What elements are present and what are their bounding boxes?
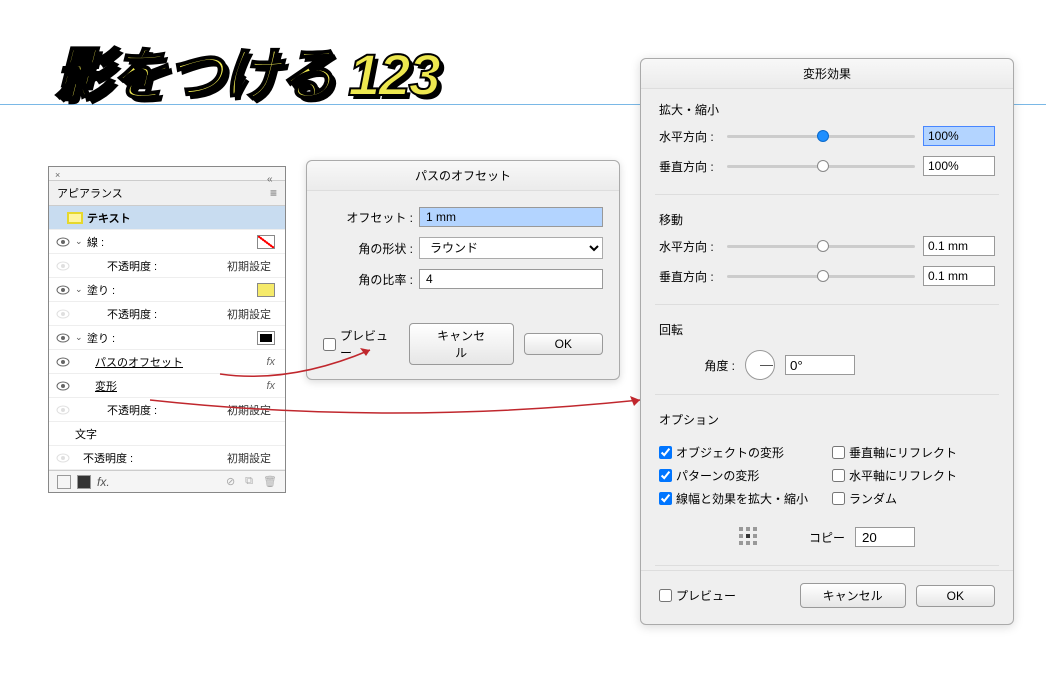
move-v-slider[interactable] <box>727 275 915 278</box>
clear-icon[interactable]: ⊘ <box>226 475 235 488</box>
offset-input[interactable] <box>419 207 603 227</box>
transform-effect-row[interactable]: 変形 fx <box>49 374 285 398</box>
visibility-icon[interactable] <box>55 330 71 346</box>
offset-path-dialog: パスのオフセット オフセット : 角の形状 : ラウンド 角の比率 : プレビュ… <box>306 160 620 380</box>
visibility-icon[interactable] <box>55 282 71 298</box>
stroke-row[interactable]: ⌄ 線 : <box>49 230 285 254</box>
rotate-section-label: 回転 <box>659 321 995 338</box>
opt-pattern-checkbox[interactable]: パターンの変形 <box>659 467 822 484</box>
ok-button[interactable]: OK <box>916 585 995 607</box>
preview-checkbox[interactable]: プレビュー <box>323 327 399 361</box>
options-section-label: オプション <box>659 411 995 428</box>
angle-dial[interactable] <box>745 350 775 380</box>
offset-effect-row[interactable]: パスのオフセット fx <box>49 350 285 374</box>
appearance-panel: × アピアランス ≡ テキスト ⌄ 線 : 不透明度 : 初期設定 ⌄ 塗り : <box>48 166 286 493</box>
move-v-input[interactable] <box>923 266 995 286</box>
move-h-slider[interactable] <box>727 245 915 248</box>
transform-effect-dialog: 変形効果 拡大・縮小 水平方向 : 垂直方向 : 移動 水平方向 : 垂直方向 … <box>640 58 1014 625</box>
collapse-icon[interactable] <box>267 173 277 179</box>
ratio-input[interactable] <box>419 269 603 289</box>
copy-input[interactable] <box>855 527 915 547</box>
scale-h-slider[interactable] <box>727 135 915 138</box>
yellow-swatch[interactable] <box>257 283 275 297</box>
black-swatch[interactable] <box>257 331 275 345</box>
opacity-row[interactable]: 不透明度 : 初期設定 <box>49 446 285 470</box>
visibility-icon[interactable] <box>55 378 71 394</box>
scale-h-input[interactable] <box>923 126 995 146</box>
ratio-label: 角の比率 : <box>323 271 413 288</box>
angle-label: 角度 : <box>687 357 735 374</box>
fill-row-1[interactable]: ⌄ 塗り : <box>49 278 285 302</box>
scale-v-slider[interactable] <box>727 165 915 168</box>
cancel-button[interactable]: キャンセル <box>800 583 906 608</box>
opt-reflect-v-checkbox[interactable]: 垂直軸にリフレクト <box>832 444 995 461</box>
visibility-icon[interactable] <box>55 450 71 466</box>
opt-stroke-checkbox[interactable]: 線幅と効果を拡大・縮小 <box>659 490 822 507</box>
scale-section-label: 拡大・縮小 <box>659 101 995 118</box>
visibility-icon[interactable] <box>55 306 71 322</box>
ok-button[interactable]: OK <box>524 333 603 355</box>
close-icon[interactable]: × <box>55 170 60 180</box>
duplicate-icon[interactable]: ⧉ <box>245 475 253 488</box>
panel-drag-bar[interactable] <box>49 167 285 181</box>
visibility-icon[interactable] <box>55 258 71 274</box>
panel-title: アピアランス <box>57 185 123 201</box>
copy-label: コピー <box>809 529 845 546</box>
fx-icon: fx <box>266 380 275 392</box>
panel-menu-icon[interactable]: ≡ <box>270 186 277 200</box>
fx-icon: fx <box>266 356 275 368</box>
cancel-button[interactable]: キャンセル <box>409 323 514 365</box>
angle-input[interactable] <box>785 355 855 375</box>
panel-footer: fx. ⊘ ⧉ 🗑 <box>49 470 285 492</box>
text-swatch <box>67 212 83 224</box>
corner-label: 角の形状 : <box>323 240 413 257</box>
opt-object-checkbox[interactable]: オブジェクトの変形 <box>659 444 822 461</box>
add-effect-icon[interactable]: fx. <box>97 475 110 489</box>
trash-icon[interactable]: 🗑 <box>263 475 277 488</box>
opacity-row[interactable]: 不透明度 : 初期設定 <box>49 302 285 326</box>
move-section-label: 移動 <box>659 211 995 228</box>
anchor-grid-icon[interactable] <box>739 527 759 547</box>
dialog-title: 変形効果 <box>641 59 1013 89</box>
offset-label: オフセット : <box>323 209 413 226</box>
fill-row-2[interactable]: ⌄ 塗り : <box>49 326 285 350</box>
visibility-icon[interactable] <box>55 402 71 418</box>
preview-checkbox[interactable]: プレビュー <box>659 587 736 604</box>
none-swatch[interactable] <box>257 235 275 249</box>
disclosure-icon[interactable]: ⌄ <box>75 332 85 343</box>
text-row[interactable]: テキスト <box>49 206 285 230</box>
visibility-icon[interactable] <box>55 354 71 370</box>
panel-title-bar: アピアランス ≡ <box>49 181 285 206</box>
opt-reflect-h-checkbox[interactable]: 水平軸にリフレクト <box>832 467 995 484</box>
sample-text: 影をつける 123 <box>54 28 439 112</box>
corner-select[interactable]: ラウンド <box>419 237 603 259</box>
opt-random-checkbox[interactable]: ランダム <box>832 490 995 507</box>
dialog-title: パスのオフセット <box>307 161 619 191</box>
new-fill-icon[interactable] <box>77 475 91 489</box>
new-stroke-icon[interactable] <box>57 475 71 489</box>
move-h-input[interactable] <box>923 236 995 256</box>
disclosure-icon[interactable]: ⌄ <box>75 284 85 295</box>
disclosure-icon[interactable]: ⌄ <box>75 236 85 247</box>
visibility-icon[interactable] <box>55 234 71 250</box>
opacity-row[interactable]: 不透明度 : 初期設定 <box>49 398 285 422</box>
characters-row[interactable]: 文字 <box>49 422 285 446</box>
opacity-row[interactable]: 不透明度 : 初期設定 <box>49 254 285 278</box>
scale-v-input[interactable] <box>923 156 995 176</box>
